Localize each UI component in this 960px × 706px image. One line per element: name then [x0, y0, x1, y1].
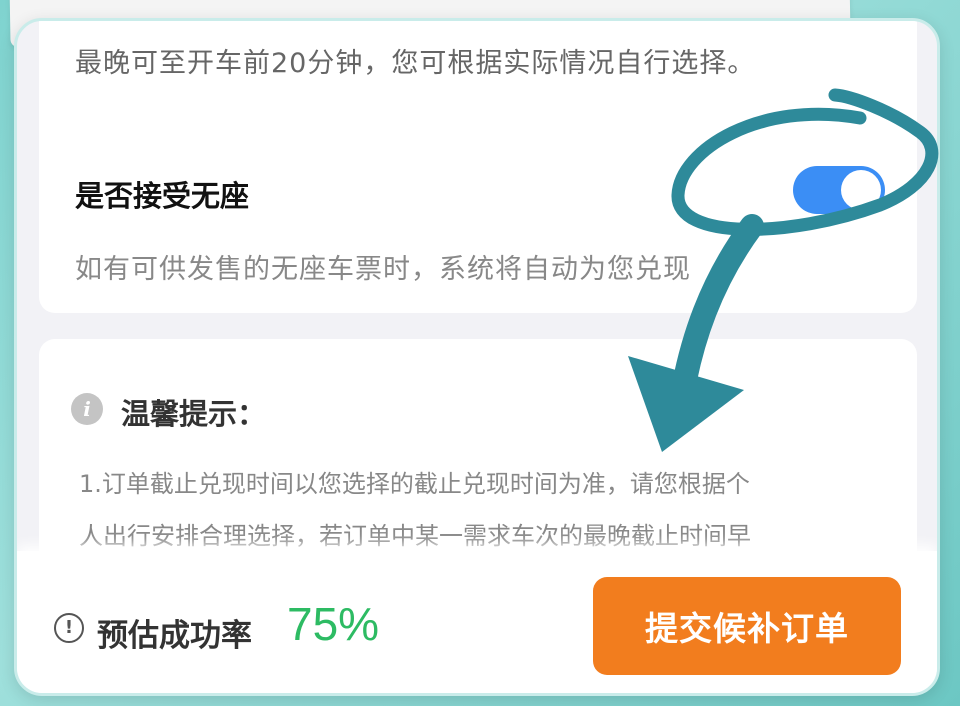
tips-title: 温馨提示：: [121, 397, 267, 431]
latest-time-description: 最晚可至开车前20分钟，您可根据实际情况自行选择。: [75, 48, 756, 79]
toggle-knob: [841, 170, 881, 210]
no-seat-toggle[interactable]: [793, 166, 885, 214]
phone-screen: 最晚可至开车前20分钟，您可根据实际情况自行选择。 是否接受无座 如有可供发售的…: [14, 18, 940, 696]
tips-line: 1.订单截止兑现时间以您选择的截止兑现时间为准，请您根据个: [79, 470, 750, 498]
no-seat-title: 是否接受无座: [75, 179, 250, 213]
info-circle-icon: i: [71, 393, 103, 425]
tips-line: 人出行安排合理选择，若订单中某一需求车次的最晚截止时间早: [79, 522, 751, 550]
exclamation-circle-icon[interactable]: !: [54, 613, 84, 643]
success-rate-label: 预估成功率: [97, 618, 252, 654]
success-rate-value: 75%: [287, 598, 380, 650]
no-seat-description: 如有可供发售的无座车票时，系统将自动为您兑现: [75, 254, 691, 285]
submit-order-button[interactable]: 提交候补订单: [593, 577, 901, 675]
